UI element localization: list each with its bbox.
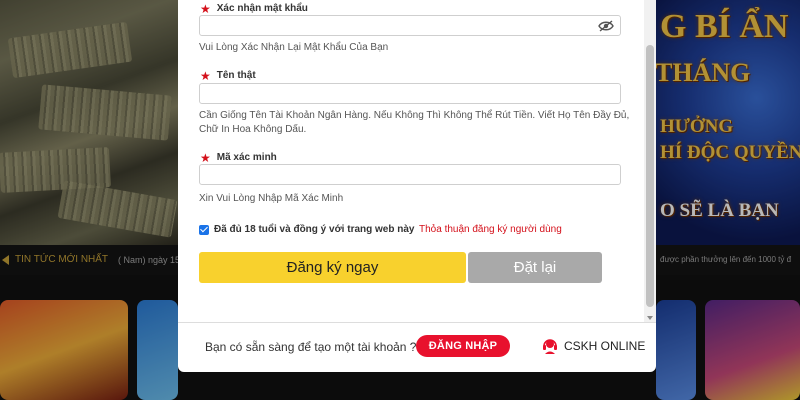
required-star-icon: ★ [200,1,211,16]
support-headset-icon [543,339,557,354]
real-name-hint: Cần Giống Tên Tài Khoản Ngân Hàng. Nếu K… [199,110,630,135]
register-button[interactable]: Đăng ký ngay [199,252,466,283]
eye-slash-icon[interactable] [598,20,614,32]
modal-scrollbar[interactable] [644,0,656,322]
scroll-down-arrow-icon[interactable] [647,316,653,320]
register-modal: ★ Xác nhận mật khẩu Vui Lòng Xác Nhận Lạ… [178,0,656,372]
real-name-input[interactable] [200,84,620,104]
required-star-icon: ★ [200,68,211,83]
verification-code-label: ★ Mã xác minh [200,150,277,165]
footer-divider [178,322,656,323]
verification-code-hint: Xin Vui Lòng Nhập Mã Xác Minh [199,193,344,204]
support-label: CSKH ONLINE [564,339,646,353]
terms-link[interactable]: Thỏa thuận đăng ký người dùng [419,224,562,235]
agree-checkbox-row[interactable]: Đã đủ 18 tuổi và đồng ý với trang web nà… [199,224,414,235]
login-button[interactable]: ĐĂNG NHẬP [416,335,510,357]
scrollbar-thumb[interactable] [646,45,654,307]
confirm-password-input[interactable] [200,16,620,36]
real-name-field[interactable] [199,83,621,104]
required-star-icon: ★ [200,150,211,165]
checkbox-checked-icon[interactable] [199,224,209,235]
confirm-password-hint: Vui Lòng Xác Nhận Lại Mật Khẩu Của Bạn [199,42,389,53]
reset-button[interactable]: Đặt lại [468,252,602,283]
verification-code-input[interactable] [200,165,620,185]
confirm-password-field[interactable] [199,15,621,36]
real-name-label: ★ Tên thật [200,68,256,83]
create-account-question: Bạn có sẵn sàng để tạo một tài khoản ? [205,340,417,354]
verification-code-field[interactable] [199,164,621,185]
register-form-scroll[interactable]: ★ Xác nhận mật khẩu Vui Lòng Xác Nhận Lạ… [178,0,656,322]
support-link[interactable]: CSKH ONLINE [542,337,645,355]
agree-label: Đã đủ 18 tuổi và đồng ý với trang web nà… [214,224,415,235]
confirm-password-label: ★ Xác nhận mật khẩu [200,1,308,16]
